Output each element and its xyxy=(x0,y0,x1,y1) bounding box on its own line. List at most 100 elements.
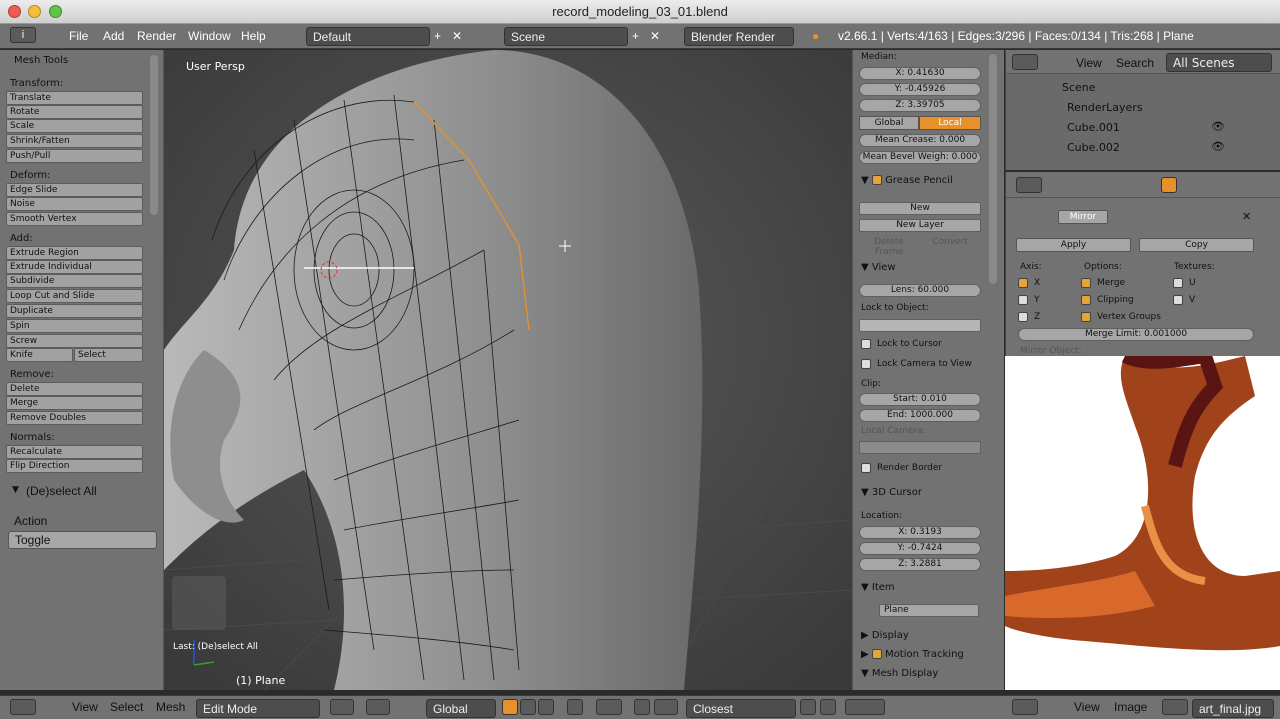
axis-x-checkbox[interactable] xyxy=(1018,278,1028,288)
lens-field[interactable]: Lens: 60.000 xyxy=(859,284,981,297)
new-grease-button[interactable]: New xyxy=(859,202,981,215)
spin-button[interactable]: Spin xyxy=(6,319,143,333)
duplicate-button[interactable]: Duplicate xyxy=(6,304,143,318)
close-window-button[interactable] xyxy=(8,5,21,18)
display-panel-header[interactable]: ▶ Display xyxy=(853,627,985,645)
new-layer-button[interactable]: New Layer xyxy=(859,219,981,232)
pivot-icon[interactable] xyxy=(366,699,390,715)
screw-button[interactable]: Screw xyxy=(6,334,143,348)
clip-start-field[interactable]: Start: 0.010 xyxy=(859,393,981,406)
render-icon[interactable] xyxy=(800,699,816,715)
outliner-filter-select[interactable]: All Scenes xyxy=(1166,53,1272,72)
clipping-checkbox[interactable] xyxy=(1081,295,1091,305)
render-menu[interactable]: Render xyxy=(137,29,176,43)
loop-cut-button[interactable]: Loop Cut and Slide xyxy=(6,289,143,303)
axis-y-checkbox[interactable] xyxy=(1018,295,1028,305)
mode-select[interactable]: Edit Mode xyxy=(196,699,320,718)
orientation-select[interactable]: Global xyxy=(426,699,496,718)
outliner-view-menu[interactable]: View xyxy=(1076,56,1102,70)
mesh-display-panel-header[interactable]: ▼ Mesh Display xyxy=(853,665,985,683)
edge-select-icon[interactable] xyxy=(520,699,536,715)
convert-button[interactable]: Convert xyxy=(919,237,981,250)
window-menu[interactable]: Window xyxy=(188,29,231,43)
edge-slide-button[interactable]: Edge Slide xyxy=(6,183,143,197)
toolshelf-scrollbar[interactable] xyxy=(150,55,158,215)
cube001-row[interactable]: Cube.001 xyxy=(1067,121,1120,134)
shrink-fatten-button[interactable]: Shrink/Fatten xyxy=(6,134,143,148)
mirror-name-field[interactable]: Mirror xyxy=(1058,210,1108,224)
lock-cursor-checkbox[interactable] xyxy=(861,339,871,349)
3d-cursor-panel-header[interactable]: ▼ 3D Cursor xyxy=(853,484,985,502)
cube001-eye-icon[interactable]: 👁 xyxy=(1211,120,1225,133)
add-scene-icon[interactable]: + xyxy=(632,29,639,43)
axis-z-checkbox[interactable] xyxy=(1018,312,1028,322)
extrude-individual-button[interactable]: Extrude Individual xyxy=(6,260,143,274)
grease-pencil-panel-header[interactable]: ▼ Grease Pencil xyxy=(853,172,985,190)
3d-view-editor-icon[interactable] xyxy=(10,699,36,715)
image-editor-icon[interactable] xyxy=(1012,699,1038,715)
scene-field[interactable]: Scene xyxy=(504,27,628,46)
remove-screen-icon[interactable]: ✕ xyxy=(452,29,462,43)
shading-icon[interactable] xyxy=(330,699,354,715)
file-menu[interactable]: File xyxy=(69,29,88,43)
merge-checkbox[interactable] xyxy=(1081,278,1091,288)
item-panel-header[interactable]: ▼ Item xyxy=(853,579,985,597)
rotate-button[interactable]: Rotate xyxy=(6,105,143,119)
median-z-field[interactable]: Z: 3.39705 xyxy=(859,99,981,112)
subdivide-button[interactable]: Subdivide xyxy=(6,274,143,288)
snap-icon[interactable] xyxy=(634,699,650,715)
delete-frame-button[interactable]: Delete Frame xyxy=(859,237,919,257)
median-y-field[interactable]: Y: -0.45926 xyxy=(859,83,981,96)
image-menu[interactable]: Image xyxy=(1114,700,1147,714)
image-browse-icon[interactable] xyxy=(1162,699,1188,715)
cursor-x-field[interactable]: X: 0.3193 xyxy=(859,526,981,539)
zoom-window-button[interactable] xyxy=(49,5,62,18)
3d-viewport[interactable]: User Persp Last: (De)select All (1) Plan… xyxy=(164,50,852,690)
translate-button[interactable]: Translate xyxy=(6,91,143,105)
lock-camera-checkbox[interactable] xyxy=(861,359,871,369)
render-anim-icon[interactable] xyxy=(820,699,836,715)
help-menu[interactable]: Help xyxy=(241,29,266,43)
clip-end-field[interactable]: End: 1000.000 xyxy=(859,409,981,422)
merge-button[interactable]: Merge xyxy=(6,396,143,410)
remove-doubles-button[interactable]: Remove Doubles xyxy=(6,411,143,425)
scale-button[interactable]: Scale xyxy=(6,119,143,133)
push-pull-button[interactable]: Push/Pull xyxy=(6,149,143,163)
snap-element-icon[interactable] xyxy=(654,699,678,715)
properties-editor-icon[interactable] xyxy=(1016,177,1042,193)
add-screen-icon[interactable]: + xyxy=(434,29,441,43)
recalculate-button[interactable]: Recalculate xyxy=(6,445,143,459)
outliner-search-menu[interactable]: Search xyxy=(1116,56,1154,70)
merge-limit-field[interactable]: Merge Limit: 0.001000 xyxy=(1018,328,1254,341)
info-editor-icon[interactable]: i xyxy=(10,27,36,43)
cube002-row[interactable]: Cube.002 xyxy=(1067,141,1120,154)
local-toggle[interactable]: Local xyxy=(919,116,981,130)
select-menu[interactable]: Select xyxy=(110,700,143,714)
grease-pencil-checkbox[interactable] xyxy=(871,175,882,185)
knife-select-button[interactable]: Select xyxy=(74,348,143,362)
lock-object-field[interactable] xyxy=(859,319,981,332)
action-select[interactable]: Toggle xyxy=(8,531,157,549)
image-view-menu[interactable]: View xyxy=(1074,700,1100,714)
mean-crease-field[interactable]: Mean Crease: 0.000 xyxy=(859,134,981,147)
minimize-window-button[interactable] xyxy=(28,5,41,18)
cursor-z-field[interactable]: Z: 3.2881 xyxy=(859,558,981,571)
properties-scrollbar[interactable] xyxy=(989,54,997,284)
texture-u-checkbox[interactable] xyxy=(1173,278,1183,288)
mesh-menu[interactable]: Mesh xyxy=(156,700,185,714)
snap-target-select[interactable]: Closest xyxy=(686,699,796,718)
median-x-field[interactable]: X: 0.41630 xyxy=(859,67,981,80)
layers-icon[interactable] xyxy=(845,699,885,715)
face-select-icon[interactable] xyxy=(538,699,554,715)
copy-button[interactable]: Copy xyxy=(1139,238,1254,252)
renderlayers-row[interactable]: RenderLayers xyxy=(1067,101,1143,114)
screen-layout-field[interactable]: Default xyxy=(306,27,430,46)
vertex-select-icon[interactable] xyxy=(502,699,518,715)
view-panel-header[interactable]: ▼ View xyxy=(853,259,985,277)
mean-bevel-field[interactable]: Mean Bevel Weigh: 0.000 xyxy=(859,151,981,164)
operator-collapse-icon[interactable]: ▼ xyxy=(12,485,19,495)
image-editor[interactable] xyxy=(1005,356,1280,690)
extrude-region-button[interactable]: Extrude Region xyxy=(6,246,143,260)
motion-tracking-checkbox[interactable] xyxy=(871,649,882,659)
remove-modifier-icon[interactable]: ✕ xyxy=(1242,210,1251,223)
